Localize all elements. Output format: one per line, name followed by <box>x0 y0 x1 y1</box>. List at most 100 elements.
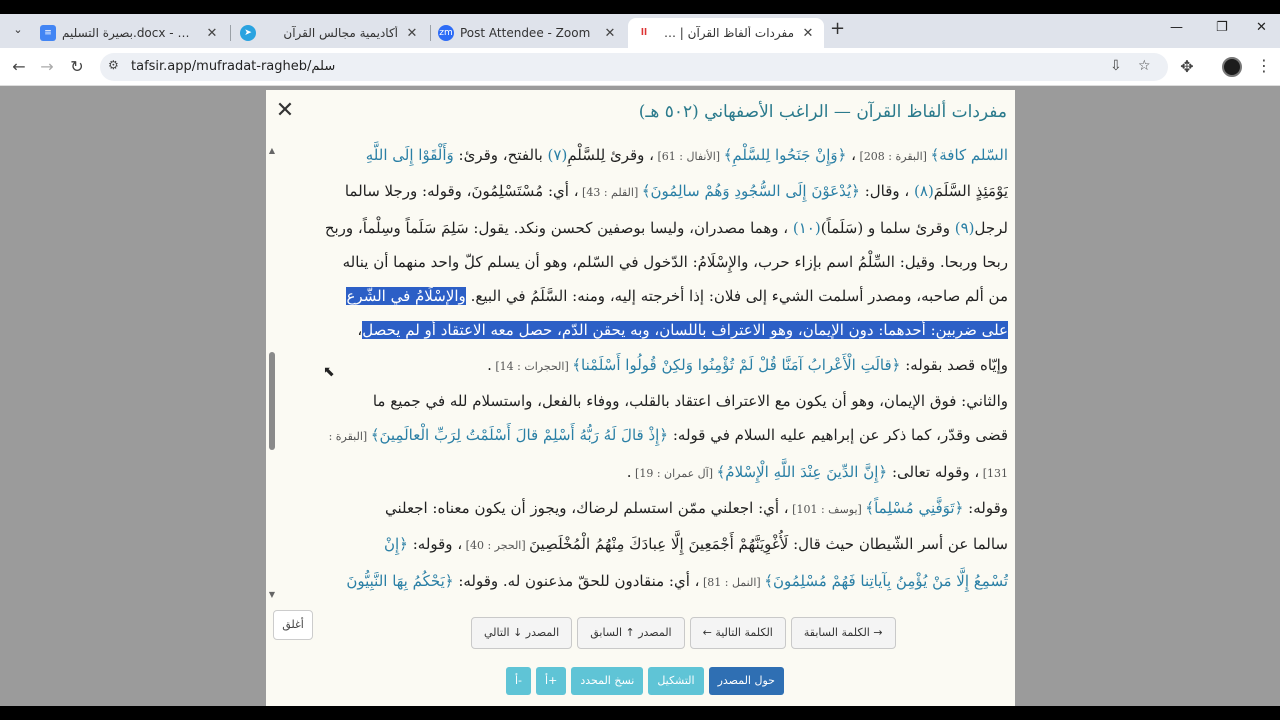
scroll-up-arrow-icon[interactable]: ▲ <box>266 146 278 155</box>
text-line: سالما عن أسر الشّيطان حيث قال: لَأُغْوِي… <box>286 527 1008 563</box>
tab-docs[interactable]: ≡ بصيرة التسليم.docx - مستندات G ✕ <box>32 18 228 48</box>
text-line: وقوله: ﴿تَوَفَّنِي مُسْلِماً﴾ [يوسف : 10… <box>286 491 1008 527</box>
text-segment: والثاني: فوق الإيمان، وهو أن يكون مع الا… <box>372 392 1008 411</box>
verse-reference: [البقرة : <box>328 430 371 444</box>
forward-arrow-icon[interactable]: → <box>36 56 58 78</box>
text-segment: وقرئ سلما و (سَلَماً) <box>820 218 955 237</box>
verse-reference: [يوسف : 101] <box>788 502 866 516</box>
bottom-black-bar <box>0 706 1280 720</box>
increase-font-button[interactable]: +أ <box>536 667 567 695</box>
back-arrow-icon[interactable]: ← <box>8 56 30 78</box>
modal-title: مفردات ألفاظ القرآن — الراغب الأصفهاني (… <box>638 102 1007 122</box>
text-line: على ضربين: أحدهما: دون الإيمان، وهو الاع… <box>286 313 1008 347</box>
text-segment: وإيّاه قصد بقوله: <box>900 355 1008 374</box>
source-modal: ✕ مفردات ألفاظ القرآن — الراغب الأصفهاني… <box>266 90 1015 706</box>
text-line: وإيّاه قصد بقوله: ﴿قالَتِ الْأَعْرابُ آم… <box>286 348 1008 384</box>
next-source-button[interactable]: المصدر ↓ التالي <box>471 617 573 649</box>
tab-title: أكاديمية مجالس القرآن <box>283 26 398 40</box>
text-line: قضى وقدّر، كما ذكر عن إبراهيم عليه السلا… <box>286 418 1008 454</box>
text-line: تُسْمِعُ إِلَّا مَنْ يُؤْمِنُ بِآياتِنا … <box>286 564 1008 600</box>
diacritics-button[interactable]: التشكيل <box>648 667 704 695</box>
text-segment: لرجل <box>974 218 1008 237</box>
close-tab-icon[interactable]: ✕ <box>800 26 816 41</box>
quran-quote: ﴿إِذْ قالَ لَهُ رَبُّهُ أَسْلِمْ قالَ أَ… <box>370 426 669 445</box>
about-source-button[interactable]: حول المصدر <box>708 667 784 695</box>
verse-reference: [البقرة : 208] <box>856 150 931 163</box>
tab-title: بصيرة التسليم.docx - مستندات G <box>62 26 198 40</box>
text-segment: ، وهما مصدران، وليسا بوصفين كحسن ونكد. ي… <box>324 218 793 237</box>
text-segment: ، وقوله تعالى: <box>887 462 980 481</box>
text-segment: سالما عن أسر الشّيطان حيث قال: لَأُغْوِي… <box>529 535 1008 554</box>
reload-icon[interactable]: ↻ <box>66 56 88 78</box>
text-segment: من ألم صاحبه، ومصدر أسلمت الشيء إلى فلان… <box>465 287 1008 306</box>
quran-quote: ﴿قالَتِ الْأَعْرابُ آمَنَّا قُلْ لَمْ تُ… <box>572 355 901 374</box>
close-tab-icon[interactable]: ✕ <box>602 26 618 41</box>
close-window-icon[interactable]: ✕ <box>1256 20 1267 35</box>
quran-quote: (٨) <box>914 182 934 201</box>
text-segment: ، وقال: <box>859 182 915 201</box>
decrease-font-button[interactable]: -أ <box>506 667 532 695</box>
mouse-cursor-icon: ⬉ <box>323 364 335 380</box>
site-info-icon[interactable]: ⚙ <box>108 58 119 72</box>
new-tab-plus-icon[interactable]: + <box>830 18 845 39</box>
scroll-down-arrow-icon[interactable]: ▼ <box>266 590 278 599</box>
previous-source-button[interactable]: المصدر ↑ السابق <box>577 617 685 649</box>
copy-selection-button[interactable]: نسخ المحدد <box>571 667 644 695</box>
verse-reference: [القلم : 43] <box>578 186 642 200</box>
text-segment: ربحا وربحا. وقيل: السِّلْمُ اسم بإزاء حر… <box>342 252 1008 271</box>
quran-quote: وَأَلْقَوْا إِلَى اللَّهِ <box>365 146 454 164</box>
next-word-button[interactable]: الكلمة التالية ← <box>689 617 786 649</box>
tab-zoom[interactable]: zm Post Attendee - Zoom ✕ <box>430 18 626 48</box>
navigation-buttons: → الكلمة السابقة الكلمة التالية ← المصدر… <box>471 617 896 649</box>
text-line: السّلم كافة﴾ [البقرة : 208] ، ﴿وَإِنْ جَ… <box>286 138 1008 174</box>
tab-tafsir[interactable]: ll مفردات ألفاظ القرآن | سلم | الباحث ✕ <box>628 18 824 48</box>
previous-word-button[interactable]: → الكلمة السابقة <box>790 617 896 649</box>
text-line: لرجل(٩) وقرئ سلما و (سَلَماً)(١٠) ، وهما… <box>286 211 1008 245</box>
close-tab-icon[interactable]: ✕ <box>404 26 420 41</box>
selected-text: على ضربين: أحدهما: دون الإيمان، وهو الاع… <box>362 321 1008 340</box>
text-segment: ، وقرئ لِلسَّلْمِ <box>567 146 654 164</box>
telegram-icon: ➤ <box>240 25 256 41</box>
tab-title: Post Attendee - Zoom <box>460 26 591 40</box>
restore-icon[interactable]: ❐ <box>1216 20 1228 35</box>
quran-quote: ﴿إِنْ <box>383 535 408 554</box>
install-app-icon[interactable]: ⇩ <box>1110 58 1122 74</box>
close-button[interactable]: أغلق <box>273 610 313 640</box>
text-line: ربحا وربحا. وقيل: السِّلْمُ اسم بإزاء حر… <box>286 245 1008 279</box>
quran-quote: (١٠) <box>792 218 821 237</box>
text-segment: ، <box>846 146 857 164</box>
close-tab-icon[interactable]: ✕ <box>204 26 220 41</box>
entry-text[interactable]: السّلم كافة﴾ [البقرة : 208] ، ﴿وَإِنْ جَ… <box>286 138 1008 602</box>
scrollbar-thumb[interactable] <box>269 352 275 450</box>
google-docs-icon: ≡ <box>40 25 56 41</box>
quran-quote: ﴿إِنَّ الدِّينَ عِنْدَ اللَّهِ الْإِسْلا… <box>716 462 888 481</box>
quran-quote: ﴿وَإِنْ جَنَحُوا لِلسَّلْمِ﴾ <box>723 146 847 164</box>
menu-kebab-icon[interactable]: ⋮ <box>1256 56 1272 75</box>
tab-title: مفردات ألفاظ القرآن | سلم | الباحث <box>658 26 794 40</box>
text-segment: ، أي: منقادون للحقّ مذعنون له. وقوله: <box>453 571 700 590</box>
quran-quote: السّلم كافة﴾ <box>930 146 1008 164</box>
address-bar[interactable]: ⚙ tafsir.app/mufradat-ragheb/سلم ⇩ ☆ <box>100 53 1168 81</box>
verse-reference: [الحجر : 40] <box>462 539 530 553</box>
verse-reference: [الحجرات : 14] <box>491 359 573 373</box>
minimize-icon[interactable]: — <box>1170 20 1183 35</box>
tab-search-chevron-icon[interactable]: ⌄ <box>8 23 28 41</box>
text-line: من ألم صاحبه، ومصدر أسلمت الشيء إلى فلان… <box>286 279 1008 313</box>
zoom-icon: zm <box>438 25 454 41</box>
verse-reference: 131] <box>979 466 1008 480</box>
close-icon[interactable]: ✕ <box>274 100 296 122</box>
tab-telegram[interactable]: ➤ أكاديمية مجالس القرآن ✕ <box>232 18 428 48</box>
bookmark-star-icon[interactable]: ☆ <box>1138 58 1151 74</box>
profile-avatar[interactable] <box>1222 57 1242 77</box>
quran-quote: (٧) <box>547 146 568 164</box>
text-segment: وقوله: <box>963 498 1008 517</box>
verse-reference: [الأنفال : 61] <box>654 150 724 163</box>
extensions-puzzle-icon[interactable]: ✥ <box>1176 56 1198 78</box>
selected-text: والإِسْلَامُ في الشّرع <box>346 287 466 306</box>
quran-quote: (٩) <box>954 218 975 237</box>
tab-separator <box>230 25 231 41</box>
text-segment: قضى وقدّر، كما ذكر عن إبراهيم عليه السلا… <box>668 426 1008 445</box>
text-line: 131] ، وقوله تعالى: ﴿إِنَّ الدِّينَ عِنْ… <box>286 455 1008 491</box>
text-segment: ، وقوله: <box>407 535 463 554</box>
tab-strip: ⌄ ≡ بصيرة التسليم.docx - مستندات G ✕ ➤ أ… <box>0 14 1280 48</box>
